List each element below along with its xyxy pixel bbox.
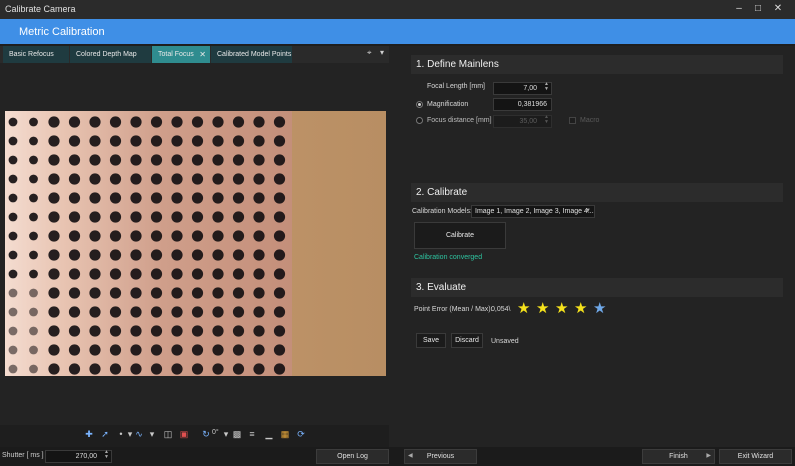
region-tool-icon[interactable]: ◫ <box>161 428 175 441</box>
discard-button[interactable]: Discard <box>451 333 483 348</box>
section-define-mainlens: 1. Define Mainlens <box>411 55 783 74</box>
wizard-title: Metric Calibration <box>19 26 105 38</box>
close-tab-icon[interactable]: ✕ <box>199 46 206 63</box>
list-icon[interactable]: ≡ <box>245 428 259 441</box>
chevron-down-icon: ▼ <box>585 208 591 214</box>
focus-distance-value: 35,00 <box>519 118 537 125</box>
focal-length-label: Focal Length [mm] <box>427 83 485 90</box>
shutter-value: 270,00 <box>75 453 97 460</box>
focus-distance-input[interactable]: 35,00 ▲ ▼ <box>493 115 552 128</box>
shutter-label: Shutter [ ms ] <box>2 452 44 459</box>
histogram-icon[interactable]: ▁ <box>262 428 276 441</box>
save-button[interactable]: Save <box>416 333 446 348</box>
chevron-right-icon: ▶ <box>706 453 711 459</box>
exit-wizard-button[interactable]: Exit Wizard <box>719 449 792 464</box>
tab-menu-icon[interactable]: ▾ <box>380 48 384 57</box>
magnification-value: 0,381966 <box>517 101 547 108</box>
magnification-input[interactable]: 0,381966 <box>493 98 552 111</box>
clear-icon[interactable]: ▣ <box>177 428 191 441</box>
save-state: Unsaved <box>491 338 519 345</box>
point-error-value: 0,054\ <box>491 306 511 313</box>
color-grid-icon[interactable]: ▦ <box>278 428 292 441</box>
section-evaluate: 3. Evaluate <box>411 278 783 297</box>
dropdown-icon[interactable]: ▾ <box>145 428 159 441</box>
rating-star-icon: ★ <box>574 300 588 317</box>
tab-label: Colored Depth Map <box>76 51 137 58</box>
stepper-icon[interactable]: ▲ ▼ <box>544 82 549 92</box>
focus-distance-label: Focus distance [mm] <box>427 117 492 124</box>
previous-button[interactable]: ◀ Previous <box>404 449 477 464</box>
shutter-input[interactable]: 270,00 ▲ ▼ <box>45 450 112 463</box>
calibration-models-value: Image 1, Image 2, Image 3, Image 4... <box>475 208 594 215</box>
finish-button[interactable]: Finish ▶ <box>642 449 715 464</box>
title-bar: Calibrate Camera – □ ✕ <box>0 0 795 19</box>
section-calibrate: 2. Calibrate <box>411 183 783 202</box>
bottom-bar: Shutter [ ms ] 270,00 ▲ ▼ Open Log ◀ Prev… <box>0 447 795 466</box>
wizard-panel: 1. Define Mainlens Focal Length [mm] 7,0… <box>389 46 795 447</box>
macro-label: Macro <box>580 117 600 124</box>
tab-basic-refocus[interactable]: Basic Refocus <box>3 46 70 63</box>
refresh-icon[interactable]: ⟳ <box>294 428 308 441</box>
rating-star-icon: ★ <box>517 300 531 317</box>
tab-colored-depth-map[interactable]: Colored Depth Map <box>70 46 152 63</box>
calibration-target-image <box>5 111 386 376</box>
rotation-value[interactable]: 0° <box>212 429 219 436</box>
calibrate-button[interactable]: Calibrate <box>414 222 506 249</box>
point-error-label: Point Error (Mean / Max): <box>414 306 493 313</box>
wizard-banner: Metric Calibration <box>0 19 795 44</box>
image-icon[interactable]: ▩ <box>230 428 244 441</box>
maximize-button[interactable]: □ <box>750 2 766 16</box>
magnification-radio[interactable] <box>416 101 423 108</box>
chevron-left-icon: ◀ <box>408 453 413 459</box>
calibration-models-select[interactable]: Image 1, Image 2, Image 3, Image 4... ▼ <box>471 205 595 218</box>
viewer-toolbar: ✚ ➚ • ▾ ∿ ▾ ◫ ▣ ↻ 0° ▾ ▩ ≡ ▁ ▦ ⟳ <box>0 425 389 445</box>
stepper-icon[interactable]: ▲ ▼ <box>104 450 109 460</box>
magnification-label: Magnification <box>427 101 469 108</box>
pin-icon[interactable]: ⌖ <box>367 48 372 58</box>
open-log-button[interactable]: Open Log <box>316 449 389 464</box>
calibration-status: Calibration converged <box>414 254 483 261</box>
focal-length-value: 7,00 <box>523 85 537 92</box>
rotate-icon[interactable]: ↻ <box>199 428 213 441</box>
move-tool-icon[interactable]: ✚ <box>82 428 96 441</box>
line-tool-icon[interactable]: ∿ <box>132 428 146 441</box>
image-viewer[interactable] <box>0 63 389 425</box>
tab-calibrated-model-points[interactable]: Calibrated Model Points <box>211 46 293 63</box>
finish-label: Finish <box>669 453 688 460</box>
focal-length-input[interactable]: 7,00 ▲ ▼ <box>493 82 552 95</box>
tab-label: Total Focus <box>158 51 194 58</box>
rating-star-icon: ★ <box>536 300 550 317</box>
stepper-icon[interactable]: ▲ ▼ <box>544 115 549 125</box>
close-window-button[interactable]: ✕ <box>770 2 786 16</box>
pick-tool-icon[interactable]: ➚ <box>98 428 112 441</box>
viewer-tabs: Basic Refocus Colored Depth Map Total Fo… <box>0 46 389 63</box>
tab-label: Calibrated Model Points <box>217 51 292 58</box>
calibration-models-label: Calibration Models: <box>412 208 472 215</box>
tab-label: Basic Refocus <box>9 51 54 58</box>
rating-star-icon: ★ <box>593 300 607 317</box>
focus-distance-radio[interactable] <box>416 117 423 124</box>
window-title: Calibrate Camera <box>5 4 76 14</box>
tab-total-focus[interactable]: Total Focus ✕ <box>152 46 211 63</box>
previous-label: Previous <box>426 453 455 460</box>
minimize-button[interactable]: – <box>731 2 747 16</box>
rating-star-icon: ★ <box>555 300 569 317</box>
macro-checkbox[interactable] <box>569 117 576 124</box>
